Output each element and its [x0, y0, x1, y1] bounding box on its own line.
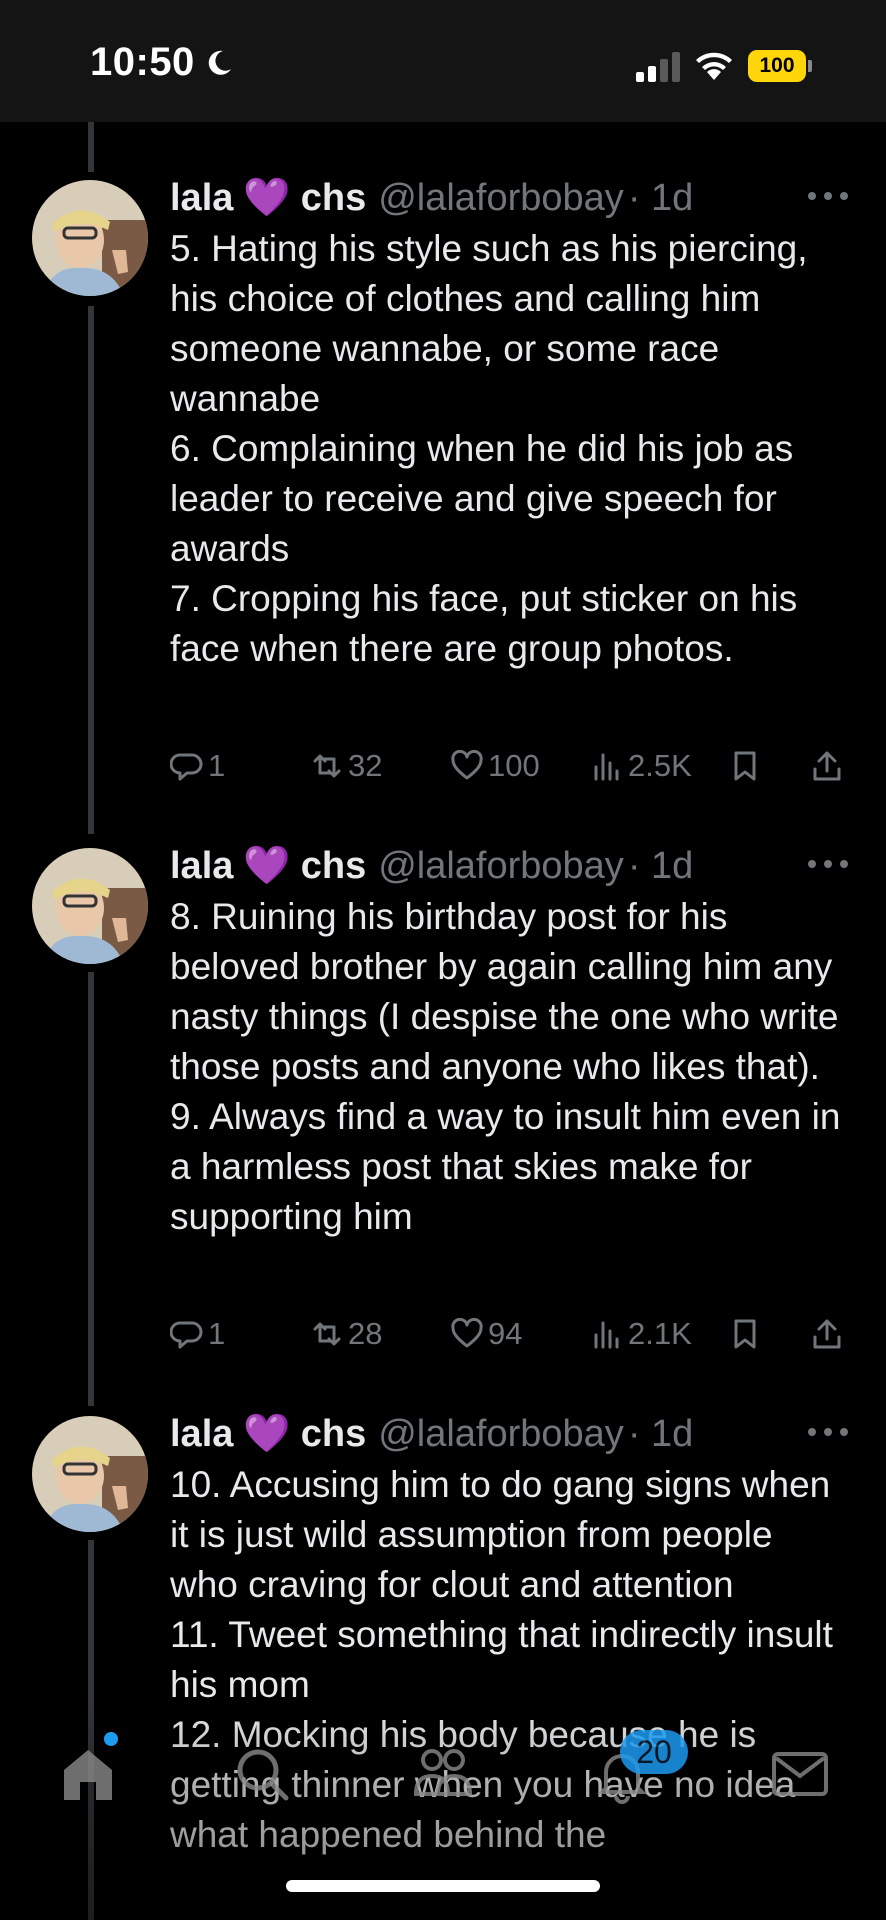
display-name-suffix[interactable]: chs — [301, 1413, 366, 1456]
display-name[interactable]: lala — [170, 177, 233, 220]
user-handle[interactable]: @lalaforbobay — [378, 177, 624, 220]
battery-cap — [808, 60, 812, 72]
notifications-badge: 20 — [620, 1730, 688, 1774]
communities-tab[interactable] — [412, 1744, 473, 1804]
tweet-text: 8. Ruining his birthday post for his bel… — [170, 896, 841, 1237]
tweet-text: 5. Hating his style such as his piercing… — [170, 228, 808, 669]
like-count: 100 — [488, 748, 540, 783]
display-name-suffix[interactable]: chs — [301, 845, 366, 888]
views-icon — [594, 753, 619, 781]
view-count: 2.5K — [628, 748, 692, 783]
reply-button[interactable]: 1 — [170, 746, 225, 786]
more-options-icon[interactable] — [808, 1428, 848, 1440]
display-name[interactable]: lala — [170, 845, 233, 888]
moon-icon — [208, 50, 231, 75]
share-button[interactable] — [810, 746, 848, 786]
heart-icon — [451, 1317, 483, 1348]
reply-count: 1 — [208, 748, 226, 783]
like-button[interactable]: 94 — [450, 1314, 522, 1354]
more-options-icon[interactable] — [808, 860, 848, 872]
share-icon — [813, 1319, 841, 1349]
more-options-icon[interactable] — [808, 192, 848, 204]
thread-line — [88, 122, 94, 172]
status-time: 10:50 — [90, 40, 195, 84]
repost-icon — [313, 1322, 341, 1346]
user-handle[interactable]: @lalaforbobay — [378, 1413, 624, 1456]
like-button[interactable]: 100 — [450, 746, 540, 786]
display-name[interactable]: lala — [170, 1413, 233, 1456]
bookmark-icon — [734, 1319, 756, 1349]
cellular-signal-icon — [636, 52, 680, 82]
avatar[interactable] — [32, 180, 148, 296]
share-button[interactable] — [810, 1314, 848, 1354]
tweet-time: · 1d — [627, 1412, 694, 1455]
wifi-icon — [696, 52, 732, 80]
repost-button[interactable]: 32 — [310, 746, 382, 786]
share-icon — [813, 751, 841, 781]
heart-icon — [451, 749, 483, 780]
communities-icon — [413, 1749, 473, 1796]
reply-icon — [170, 1321, 203, 1349]
tweet-header: lala 💜 chs @lalaforbobay · 1d — [170, 841, 693, 891]
repost-count: 32 — [348, 748, 383, 783]
battery-level: 100 — [748, 50, 806, 82]
repost-icon — [313, 754, 341, 778]
user-handle[interactable]: @lalaforbobay — [378, 845, 624, 888]
reply-count: 1 — [208, 1316, 226, 1351]
purple-heart-emoji: 💜 — [243, 845, 291, 887]
tweet-header: lala 💜 chs @lalaforbobay · 1d — [170, 173, 693, 223]
reply-icon — [170, 753, 203, 781]
avatar[interactable] — [32, 848, 148, 964]
messages-tab[interactable] — [770, 1744, 830, 1804]
tweet-actions: 1 28 94 2.1K — [170, 1314, 850, 1354]
reply-button[interactable]: 1 — [170, 1314, 225, 1354]
home-indicator[interactable] — [286, 1880, 600, 1892]
search-icon — [237, 1749, 289, 1801]
display-name-suffix[interactable]: chs — [301, 177, 366, 220]
tweet-time: · 1d — [627, 844, 694, 887]
view-count: 2.1K — [628, 1316, 692, 1351]
purple-heart-emoji: 💜 — [243, 1413, 291, 1455]
bookmark-button[interactable] — [728, 1314, 766, 1354]
like-count: 94 — [488, 1316, 523, 1351]
messages-icon — [772, 1752, 828, 1796]
tweet-header: lala 💜 chs @lalaforbobay · 1d — [170, 1409, 693, 1459]
thread-line — [88, 306, 94, 834]
purple-heart-emoji: 💜 — [243, 177, 291, 219]
repost-count: 28 — [348, 1316, 383, 1351]
status-bar: 10:50 100 — [0, 0, 886, 122]
avatar[interactable] — [32, 1416, 148, 1532]
bookmark-icon — [734, 751, 756, 781]
battery-indicator: 100 — [748, 50, 812, 82]
home-tab[interactable] — [58, 1744, 118, 1804]
search-tab[interactable] — [232, 1744, 292, 1804]
views-button[interactable]: 2.1K — [590, 1314, 692, 1354]
views-button[interactable]: 2.5K — [590, 746, 692, 786]
tweet-actions: 1 32 100 2.5K — [170, 746, 850, 786]
repost-button[interactable]: 28 — [310, 1314, 382, 1354]
views-icon — [594, 1321, 619, 1349]
home-icon — [64, 1750, 112, 1800]
bookmark-button[interactable] — [728, 746, 766, 786]
tweet-time: · 1d — [627, 176, 694, 219]
thread-line — [88, 972, 94, 1406]
